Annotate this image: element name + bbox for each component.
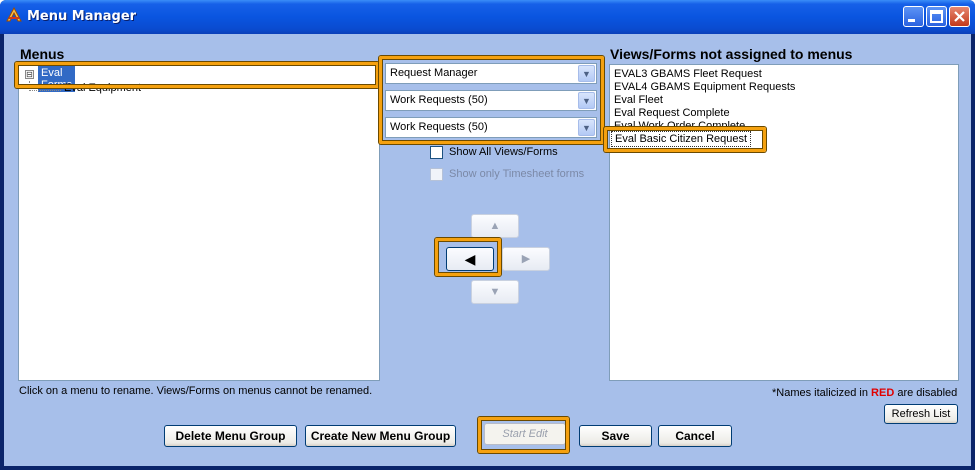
minimize-button[interactable] [903, 6, 924, 27]
minimize-icon [908, 19, 915, 22]
dialog-client-area: Menus ⊟ Eval Forms Eval Equipment Click … [4, 34, 971, 466]
checkbox-box[interactable] [430, 168, 443, 181]
start-edit-button[interactable]: Start Edit [484, 423, 566, 445]
close-icon [954, 11, 965, 22]
tree-node-eval-equipment[interactable]: Eval Equipment [64, 82, 141, 94]
category-select[interactable]: Work Requests (50) ▼ [385, 90, 597, 111]
refresh-list-button[interactable]: Refresh List [884, 404, 958, 424]
checkbox-box[interactable] [430, 146, 443, 159]
unassigned-label: Views/Forms not assigned to menus [610, 46, 853, 62]
save-button[interactable]: Save [579, 425, 652, 447]
tree-connector [29, 90, 61, 91]
maximize-icon [930, 10, 943, 23]
maximize-button[interactable] [926, 6, 947, 27]
create-menu-group-button[interactable]: Create New Menu Group [305, 425, 456, 447]
move-down-button[interactable]: ▼ [471, 280, 519, 304]
menus-tree[interactable]: ⊟ Eval Forms Eval Equipment [18, 64, 380, 381]
list-item[interactable]: Eval Request Complete [614, 107, 730, 119]
window-title: Menu Manager [27, 9, 137, 24]
show-all-label: Show All Views/Forms [449, 146, 558, 158]
list-item-selected[interactable]: Eval Basic Citizen Request [611, 131, 752, 147]
delete-menu-group-button[interactable]: Delete Menu Group [164, 425, 297, 447]
chevron-down-icon[interactable]: ▼ [578, 92, 595, 109]
list-item[interactable]: EVAL4 GBAMS Equipment Requests [614, 81, 795, 93]
list-item[interactable]: Eval Fleet [614, 94, 663, 106]
disabled-note-red: RED [871, 387, 895, 399]
chevron-down-icon[interactable]: ▼ [578, 119, 595, 136]
disabled-note-prefix: *Names italicized in [772, 387, 868, 399]
menu-manager-window: Menu Manager Menus ⊟ Eval Forms Eval Equ… [0, 0, 975, 470]
collapse-icon[interactable]: ⊟ [25, 70, 34, 79]
rename-hint: Click on a menu to rename. Views/Forms o… [19, 385, 373, 397]
unassigned-list[interactable]: EVAL3 GBAMS Fleet Request EVAL4 GBAMS Eq… [609, 64, 959, 381]
module-select-value: Request Manager [390, 67, 478, 79]
category-select-value: Work Requests (50) [390, 94, 488, 106]
close-button[interactable] [949, 6, 970, 27]
menus-label: Menus [20, 46, 65, 62]
chevron-down-icon[interactable]: ▼ [578, 65, 595, 82]
view-select-value: Work Requests (50) [390, 121, 488, 133]
list-item[interactable]: EVAL3 GBAMS Fleet Request [614, 68, 762, 80]
timesheet-only-label: Show only Timesheet forms [449, 168, 585, 180]
disabled-note: *Names italicized in RED are disabled [772, 387, 957, 399]
move-left-button[interactable]: ◀ [446, 247, 494, 271]
view-select[interactable]: Work Requests (50) ▼ [385, 117, 597, 138]
cancel-button[interactable]: Cancel [658, 425, 732, 447]
move-up-button[interactable]: ▲ [471, 214, 519, 238]
app-logo-icon [6, 7, 22, 22]
disabled-note-suffix: are disabled [897, 387, 958, 399]
module-select[interactable]: Request Manager ▼ [385, 63, 597, 84]
title-bar[interactable]: Menu Manager [0, 0, 975, 34]
move-right-button[interactable]: ▶ [502, 247, 550, 271]
